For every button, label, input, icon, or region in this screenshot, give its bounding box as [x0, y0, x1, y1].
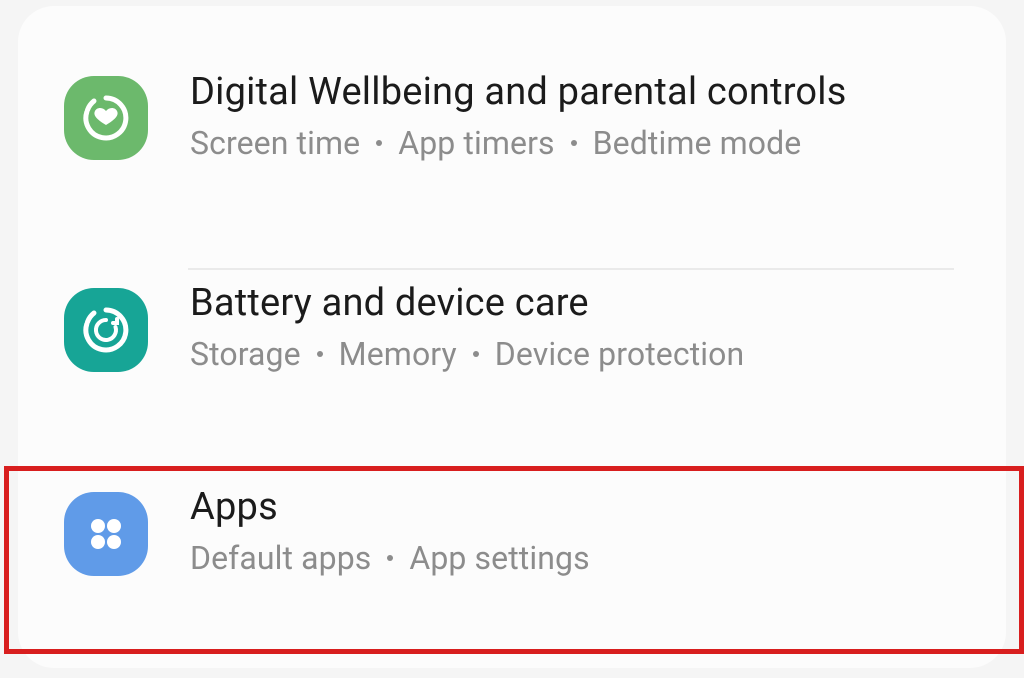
digital-wellbeing-icon	[60, 72, 152, 164]
settings-item-text: Battery and device care StorageMemoryDev…	[190, 280, 964, 374]
item-subtitle: Screen timeApp timersBedtime mode	[190, 123, 964, 163]
item-subtitle: StorageMemoryDevice protection	[190, 334, 964, 374]
device-care-icon	[60, 284, 152, 376]
settings-item-digital-wellbeing[interactable]: Digital Wellbeing and parental controls …	[18, 6, 1006, 212]
item-subtitle: Default appsApp settings	[190, 538, 964, 578]
settings-item-battery-device-care[interactable]: Battery and device care StorageMemoryDev…	[18, 238, 1006, 416]
settings-card: Digital Wellbeing and parental controls …	[18, 6, 1006, 668]
item-title: Battery and device care	[190, 280, 964, 326]
item-title: Digital Wellbeing and parental controls	[190, 69, 964, 115]
item-title: Apps	[190, 484, 964, 530]
settings-item-apps[interactable]: Apps Default appsApp settings	[18, 446, 1006, 614]
settings-item-text: Digital Wellbeing and parental controls …	[190, 69, 964, 163]
settings-item-text: Apps Default appsApp settings	[190, 484, 964, 578]
apps-icon	[60, 488, 152, 580]
